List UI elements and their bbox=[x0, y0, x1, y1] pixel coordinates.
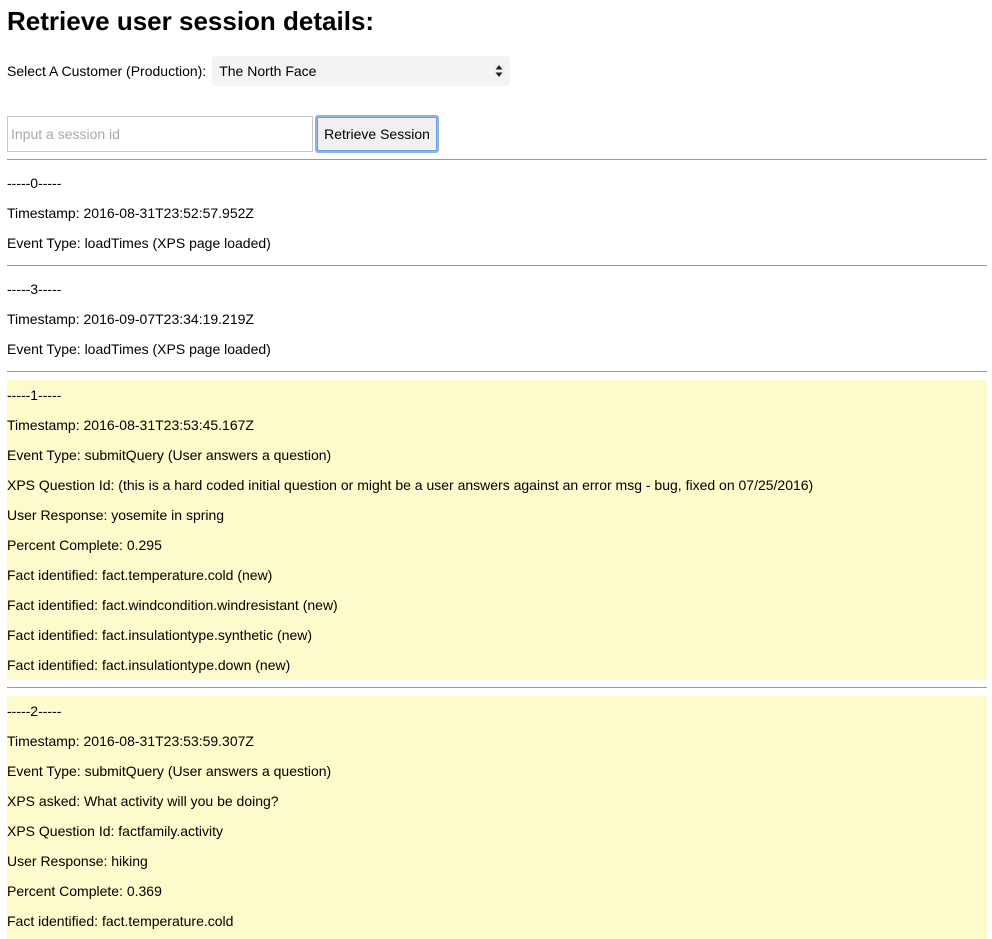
event-line: Fact identified: fact.temperature.cold (… bbox=[7, 567, 273, 583]
event-line: -----3----- bbox=[7, 281, 62, 297]
customer-selector-row: Select A Customer (Production): The Nort… bbox=[7, 56, 511, 86]
session-id-input[interactable] bbox=[7, 116, 313, 152]
event-line: Timestamp: 2016-09-07T23:34:19.219Z bbox=[7, 311, 254, 327]
event-line: XPS asked: What activity will you be doi… bbox=[7, 793, 279, 809]
event-block-2: -----2----- Timestamp: 2016-08-31T23:53:… bbox=[7, 696, 987, 939]
event-line: User Response: yosemite in spring bbox=[7, 507, 225, 523]
event-block-0: -----0----- Timestamp: 2016-08-31T23:52:… bbox=[7, 168, 987, 258]
customer-select-value: The North Face bbox=[219, 63, 317, 79]
event-line: Event Type: loadTimes (XPS page loaded) bbox=[7, 341, 271, 357]
event-block-1: -----1----- Timestamp: 2016-08-31T23:53:… bbox=[7, 380, 987, 680]
event-line: User Response: hiking bbox=[7, 853, 148, 869]
event-line: Timestamp: 2016-08-31T23:53:45.167Z bbox=[7, 417, 254, 433]
customer-select-label: Select A Customer (Production): bbox=[7, 63, 207, 79]
event-line: Event Type: submitQuery (User answers a … bbox=[7, 447, 332, 463]
event-line: Percent Complete: 0.295 bbox=[7, 537, 162, 553]
divider bbox=[7, 687, 987, 688]
event-line: Percent Complete: 0.369 bbox=[7, 883, 162, 899]
event-line: Timestamp: 2016-08-31T23:53:59.307Z bbox=[7, 733, 254, 749]
event-line: XPS Question Id: factfamily.activity bbox=[7, 823, 224, 839]
event-line: Timestamp: 2016-08-31T23:52:57.952Z bbox=[7, 205, 254, 221]
event-line: Fact identified: fact.windcondition.wind… bbox=[7, 597, 338, 613]
event-line: -----0----- bbox=[7, 175, 62, 191]
event-line: -----2----- bbox=[7, 703, 62, 719]
retrieve-session-button[interactable]: Retrieve Session bbox=[315, 115, 439, 153]
page-title: Retrieve user session details: bbox=[7, 6, 375, 36]
event-line: Fact identified: fact.insulationtype.syn… bbox=[7, 627, 313, 643]
divider bbox=[7, 265, 987, 266]
divider bbox=[7, 371, 987, 372]
customer-select[interactable]: The North Face bbox=[212, 56, 511, 86]
event-line: Fact identified: fact.insulationtype.dow… bbox=[7, 657, 291, 673]
event-line: Event Type: loadTimes (XPS page loaded) bbox=[7, 235, 271, 251]
event-line: XPS Question Id: (this is a hard coded i… bbox=[7, 477, 814, 493]
event-line: Fact identified: fact.temperature.cold bbox=[7, 913, 234, 929]
event-block-3: -----3----- Timestamp: 2016-09-07T23:34:… bbox=[7, 274, 987, 364]
event-line: -----1----- bbox=[7, 387, 62, 403]
session-search-row: Retrieve Session bbox=[7, 115, 439, 153]
select-arrows-icon bbox=[493, 64, 505, 78]
divider bbox=[7, 159, 987, 160]
event-line: Event Type: submitQuery (User answers a … bbox=[7, 763, 332, 779]
